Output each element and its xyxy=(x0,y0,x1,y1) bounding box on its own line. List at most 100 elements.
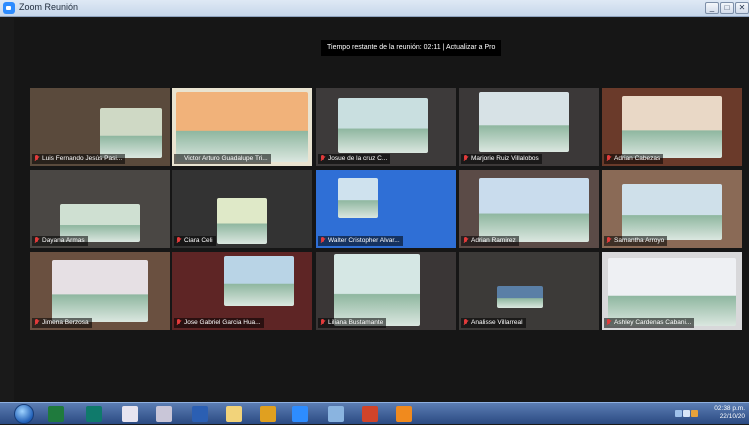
painting xyxy=(334,254,420,326)
minimize-button[interactable]: _ xyxy=(705,2,719,14)
painting xyxy=(479,178,589,242)
participant-tile[interactable]: Josue de la cruz C... xyxy=(316,88,456,166)
painting xyxy=(338,98,428,153)
participant-name: Walter Cristopher Alvar... xyxy=(318,236,403,246)
participant-name-label: Luis Fernando Jesús Pasi... xyxy=(42,155,123,162)
word-icon[interactable] xyxy=(192,406,208,422)
muted-microphone-icon xyxy=(34,237,39,244)
muted-microphone-icon xyxy=(606,319,611,326)
tool-icon[interactable] xyxy=(156,406,172,422)
window-title: Zoom Reunión xyxy=(19,2,79,12)
participant-name-label: Liliana Bustamante xyxy=(328,319,384,326)
painting xyxy=(224,256,294,306)
participant-name-label: Victor Arturo Guadalupe Tri... xyxy=(184,155,268,162)
participant-tile[interactable]: Luis Fernando Jesús Pasi... xyxy=(30,88,170,166)
participant-name-label: Ciara Celi xyxy=(184,237,213,244)
excel-icon[interactable] xyxy=(48,406,64,422)
arrow-icon[interactable] xyxy=(675,410,682,417)
painting xyxy=(622,96,722,158)
participant-tile[interactable]: Ciara Celi xyxy=(172,170,312,248)
participant-name-label: Dayana Armas xyxy=(42,237,85,244)
muted-microphone-icon xyxy=(320,319,325,326)
participant-name-label: Samantha Arroyo xyxy=(614,237,665,244)
participant-name-label: Jose Gabriel Garcia Hua... xyxy=(184,319,261,326)
painting xyxy=(338,178,378,218)
painting xyxy=(479,92,569,152)
participant-name: Ciara Celi xyxy=(174,236,216,246)
media-player-icon[interactable] xyxy=(396,406,412,422)
publisher-icon[interactable] xyxy=(86,406,102,422)
meeting-gallery: Tiempo restante de la reunión: 02:11 | A… xyxy=(14,18,749,402)
zoom-app-icon xyxy=(3,2,15,14)
taskbar: 02:38 p.m. 22/10/20 xyxy=(0,402,749,424)
participant-tile[interactable]: Victor Arturo Guadalupe Tri... xyxy=(172,88,312,166)
participant-name: Dayana Armas xyxy=(32,236,88,246)
muted-microphone-icon xyxy=(320,155,325,162)
participant-tile[interactable]: Liliana Bustamante xyxy=(316,252,456,330)
participant-name-label: Analisse Villarreal xyxy=(471,319,523,326)
participant-name-label: Walter Cristopher Alvar... xyxy=(328,237,400,244)
muted-microphone-icon xyxy=(34,155,39,162)
muted-microphone-icon xyxy=(463,155,468,162)
windows-start-icon[interactable] xyxy=(14,404,34,424)
clock-time: 02:38 p.m. xyxy=(714,405,745,412)
powerpoint-icon[interactable] xyxy=(362,406,378,422)
participant-name-label: Adrian Ramirez xyxy=(471,237,516,244)
participant-name: Jose Gabriel Garcia Hua... xyxy=(174,318,264,328)
participant-name: Luis Fernando Jesús Pasi... xyxy=(32,154,126,164)
participant-tile[interactable]: Dayana Armas xyxy=(30,170,170,248)
network-icon[interactable] xyxy=(328,406,344,422)
muted-microphone-icon xyxy=(176,319,181,326)
participant-tile[interactable]: Samantha Arroyo xyxy=(602,170,742,248)
paint-icon[interactable] xyxy=(122,406,138,422)
painting xyxy=(497,286,543,308)
volume-icon[interactable] xyxy=(691,410,698,417)
participant-name-label: Adrian Cabezas xyxy=(614,155,661,162)
participant-name-label: Marjorie Ruiz Villalobos xyxy=(471,155,539,162)
muted-microphone-icon xyxy=(606,155,611,162)
painting xyxy=(217,198,267,244)
participant-name: Samantha Arroyo xyxy=(604,236,668,246)
participant-name: Liliana Bustamante xyxy=(318,318,387,328)
network-status-icon[interactable] xyxy=(683,410,690,417)
taskbar-clock[interactable]: 02:38 p.m. 22/10/20 xyxy=(707,405,745,421)
participant-name-label: Ashley Cardenas Cabani... xyxy=(614,319,692,326)
participant-name-label: Jimena Berzosa xyxy=(42,319,89,326)
participant-name: Marjorie Ruiz Villalobos xyxy=(461,154,542,164)
muted-microphone-icon xyxy=(463,237,468,244)
participant-name: Victor Arturo Guadalupe Tri... xyxy=(174,154,271,164)
participant-tile[interactable]: Adrian Ramirez xyxy=(459,170,599,248)
maximize-button[interactable]: □ xyxy=(720,2,734,14)
chrome-icon[interactable] xyxy=(260,406,276,422)
participant-name: Analisse Villarreal xyxy=(461,318,526,328)
muted-microphone-icon xyxy=(320,237,325,244)
participant-tile[interactable]: Adrian Cabezas xyxy=(602,88,742,166)
participant-tile[interactable]: Walter Cristopher Alvar... xyxy=(316,170,456,248)
participant-name: Adrian Ramirez xyxy=(461,236,519,246)
muted-microphone-icon xyxy=(463,319,468,326)
time-remaining-banner[interactable]: Tiempo restante de la reunión: 02:11 | A… xyxy=(321,40,502,56)
tray-icons[interactable] xyxy=(675,410,701,418)
participant-name-label: Josue de la cruz C... xyxy=(328,155,388,162)
participant-tile[interactable]: Ashley Cardenas Cabani... xyxy=(602,252,742,330)
muted-microphone-icon xyxy=(34,319,39,326)
clock-date: 22/10/20 xyxy=(719,413,745,420)
painting xyxy=(52,260,148,322)
painting xyxy=(176,92,308,162)
file-explorer-icon[interactable] xyxy=(226,406,242,422)
close-button[interactable]: ✕ xyxy=(735,2,749,14)
participant-tile[interactable]: Jimena Berzosa xyxy=(30,252,170,330)
muted-microphone-icon xyxy=(176,237,181,244)
painting xyxy=(100,108,162,158)
participant-tile[interactable]: Analisse Villarreal xyxy=(459,252,599,330)
participant-name: Josue de la cruz C... xyxy=(318,154,391,164)
participant-tile[interactable]: Marjorie Ruiz Villalobos xyxy=(459,88,599,166)
window-titlebar: Zoom Reunión _ □ ✕ xyxy=(0,0,749,17)
zoom-icon[interactable] xyxy=(292,406,308,422)
participant-name: Ashley Cardenas Cabani... xyxy=(604,318,695,328)
participant-tile[interactable]: Jose Gabriel Garcia Hua... xyxy=(172,252,312,330)
painting xyxy=(622,184,722,240)
participant-name: Jimena Berzosa xyxy=(32,318,92,328)
painting xyxy=(608,258,736,326)
muted-microphone-icon xyxy=(606,237,611,244)
